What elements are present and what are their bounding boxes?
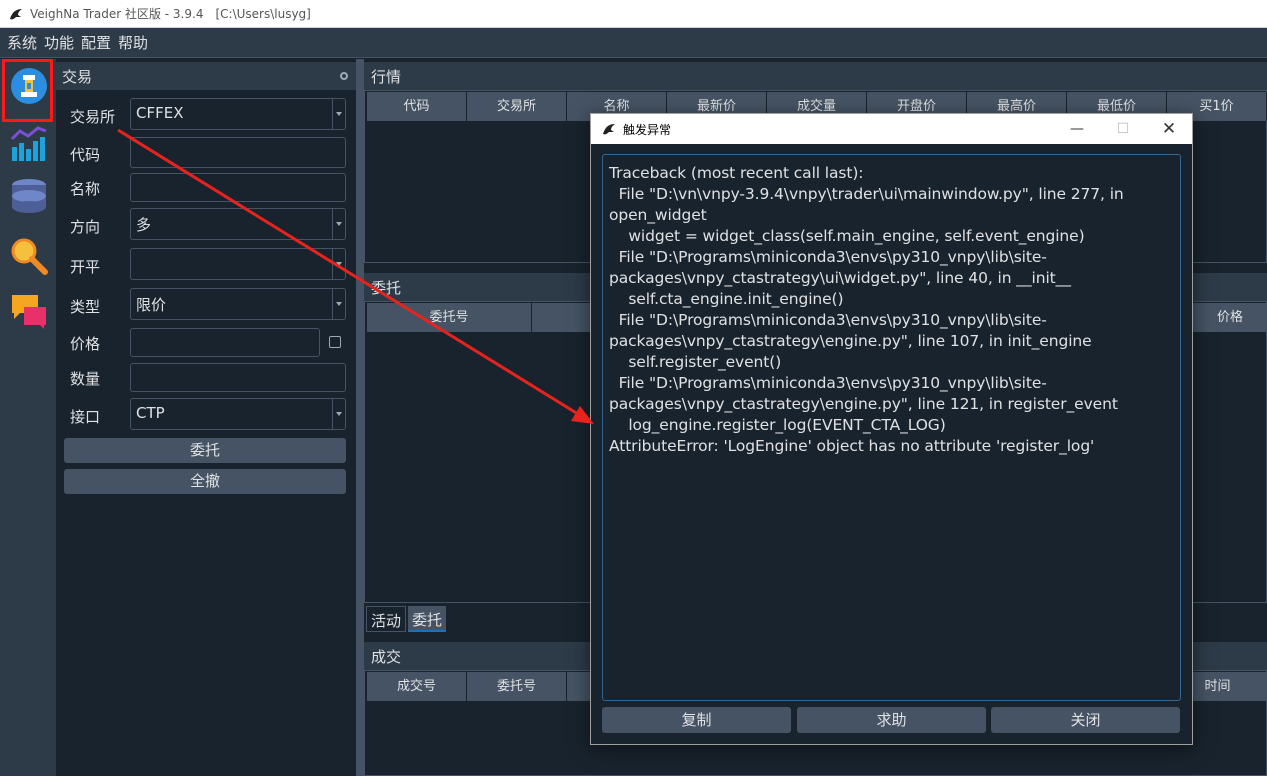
chevron-down-icon — [336, 262, 342, 266]
float-icon[interactable] — [340, 72, 348, 80]
volume-input[interactable] — [130, 363, 346, 392]
menu-help[interactable]: 帮助 — [118, 32, 148, 53]
close-button[interactable]: 关闭 — [991, 707, 1180, 733]
left-toolbar — [0, 59, 56, 776]
label-direction: 方向 — [70, 218, 101, 236]
window-titlebar: VeighNa Trader 社区版 - 3.9.4 [C:\Users\lus… — [0, 0, 1267, 28]
trades-title-text: 成交 — [371, 647, 402, 666]
name-input[interactable] — [130, 173, 346, 202]
price-checkbox[interactable] — [329, 336, 341, 348]
label-volume: 数量 — [70, 370, 101, 388]
direction-value: 多 — [136, 216, 152, 234]
orders-col-price[interactable]: 价格 — [1193, 303, 1267, 332]
label-symbol: 代码 — [70, 146, 101, 164]
send-order-button[interactable]: 委托 — [64, 438, 346, 463]
close-icon[interactable]: ✕ — [1146, 114, 1192, 144]
menu-bar: 系统 功能 配置 帮助 — [0, 28, 1267, 58]
chevron-down-icon — [336, 112, 342, 116]
dialog-titlebar: 触发异常 — ☐ ✕ — [591, 114, 1192, 144]
minimize-icon[interactable]: — — [1054, 114, 1100, 144]
trade-title-text: 交易 — [62, 67, 93, 86]
type-value: 限价 — [136, 296, 167, 314]
trades-col-orderid[interactable]: 委托号 — [467, 672, 567, 701]
market-col-symbol[interactable]: 代码 — [367, 92, 467, 121]
menu-config[interactable]: 配置 — [81, 32, 111, 53]
cancel-all-button[interactable]: 全撤 — [64, 469, 346, 494]
menu-function[interactable]: 功能 — [44, 32, 74, 53]
exchange-value: CFFEX — [136, 104, 184, 122]
app-logo-icon — [10, 8, 22, 19]
type-combo[interactable]: 限价 — [130, 288, 346, 320]
orders-header-row-right: 价格 — [1193, 303, 1267, 332]
copy-button[interactable]: 复制 — [602, 707, 791, 733]
app-logo-icon — [603, 124, 615, 135]
help-button[interactable]: 求助 — [797, 707, 986, 733]
label-type: 类型 — [70, 298, 101, 316]
exchange-combo[interactable]: CFFEX — [130, 98, 346, 130]
exception-dialog: 触发异常 — ☐ ✕ Traceback (most recent call l… — [590, 113, 1193, 745]
menu-system[interactable]: 系统 — [7, 32, 37, 53]
orders-header-row: 委托号 — [367, 303, 592, 332]
label-gateway: 接口 — [70, 408, 101, 426]
direction-combo[interactable]: 多 — [130, 208, 346, 240]
label-price: 价格 — [70, 335, 101, 353]
gateway-value: CTP — [136, 404, 165, 422]
chevron-down-icon — [336, 302, 342, 306]
tab-active-orders[interactable]: 活动 — [366, 606, 407, 632]
chevron-down-icon — [336, 412, 342, 416]
chat-icon[interactable] — [10, 291, 48, 329]
window-path: [C:\Users\lusyg] — [215, 6, 311, 21]
chevron-down-icon — [336, 222, 342, 226]
highlight-box — [2, 59, 53, 122]
trades-header-row: 成交号 委托号 — [367, 672, 597, 701]
trade-panel-title: 交易 — [56, 62, 356, 90]
market-title-text: 行情 — [371, 67, 402, 86]
gateway-combo[interactable]: CTP — [130, 398, 346, 430]
tab-all-orders[interactable]: 委托 — [408, 606, 447, 632]
trades-col-tradeid[interactable]: 成交号 — [367, 672, 467, 701]
market-panel-title: 行情 — [364, 62, 1267, 90]
orders-col-orderid[interactable]: 委托号 — [367, 303, 532, 332]
database-icon[interactable] — [10, 177, 48, 215]
dialog-title: 触发异常 — [623, 122, 672, 137]
market-col-exchange[interactable]: 交易所 — [467, 92, 567, 121]
label-exchange: 交易所 — [70, 108, 116, 126]
orders-col-blank — [532, 303, 592, 332]
maximize-icon[interactable]: ☐ — [1100, 114, 1146, 144]
symbol-input[interactable] — [130, 137, 346, 168]
vertical-splitter[interactable] — [356, 59, 364, 776]
price-input[interactable] — [130, 328, 320, 357]
label-offset: 开平 — [70, 258, 101, 276]
orders-title-text: 委托 — [371, 278, 402, 297]
traceback-text[interactable]: Traceback (most recent call last): File … — [602, 154, 1181, 701]
window-title: VeighNa Trader 社区版 - 3.9.4 — [30, 7, 204, 21]
label-name: 名称 — [70, 180, 101, 198]
offset-combo[interactable] — [130, 248, 346, 280]
chart-icon[interactable] — [10, 125, 48, 163]
search-icon[interactable] — [10, 237, 48, 275]
